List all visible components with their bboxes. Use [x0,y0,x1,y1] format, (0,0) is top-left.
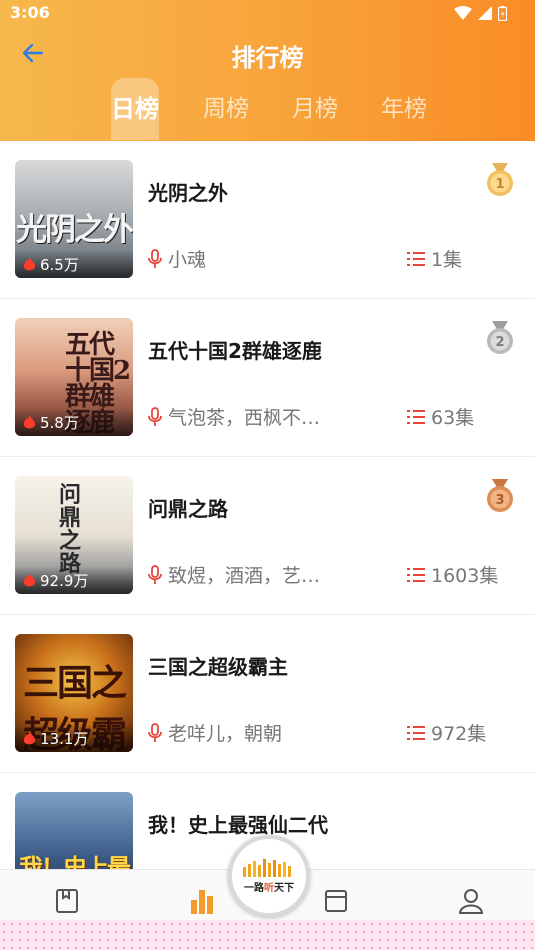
tab-weekly[interactable]: 周榜 [198,78,254,140]
cellular-signal-icon [478,6,492,20]
list-icon [407,251,425,266]
bronze-medal-icon: 3 [487,479,513,512]
ranking-list: 光阴之外 6.5万 光阴之外 1 小魂 1集 五代十国2群雄 5.8万 五代十国… [0,141,535,931]
status-time: 3:06 [10,3,50,22]
book-title: 我！史上最强仙二代 [148,813,328,837]
play-count: 5.8万 [15,408,133,436]
list-item[interactable]: 三国之超级霸主 13.1万 三国之超级霸主 老咩儿，朝朝 972集 [0,615,535,773]
microphone-icon [148,722,162,742]
book-title: 五代十国2群雄逐鹿 [148,339,322,363]
svg-text:3: 3 [495,493,504,508]
episode-count: 1集 [407,245,462,272]
microphone-icon [148,248,162,268]
cover-image: 三国之超级霸主 13.1万 [15,634,133,752]
silver-medal-icon: 2 [487,321,513,354]
book-title: 问鼎之路 [148,497,228,521]
microphone-icon [148,406,162,426]
sound-wave-icon [243,858,291,877]
flame-icon [23,572,36,586]
tab-daily[interactable]: 日榜 [111,78,159,140]
svg-text:2: 2 [495,335,504,350]
page-title: 排行榜 [231,44,304,72]
flame-icon [23,730,36,744]
logo-wordmark: 一路听天下 [244,882,294,894]
cover-image: 光阴之外 6.5万 [15,160,133,278]
list-item[interactable]: 五代十国2群雄逐鹿 5.8万 五代十国2群雄逐鹿 2 气泡茶，西枫不… 63集 [0,299,535,457]
nav-profile[interactable] [441,888,501,918]
decorative-strip [0,920,535,950]
cover-title-art: 光阴之外 [16,212,133,248]
cover-image: 问鼎之路 92.9万 [15,476,133,594]
ranking-bars-icon [191,890,213,914]
ranking-tabs: 日榜 周榜 月榜 年榜 [0,78,535,140]
play-count: 92.9万 [15,566,133,594]
tab-monthly[interactable]: 月榜 [287,78,343,140]
list-icon [407,567,425,582]
episode-count: 972集 [407,719,486,746]
narrators: 小魂 [148,245,206,272]
list-icon [407,725,425,740]
book-title: 光阴之外 [148,181,228,205]
narrators: 气泡茶，西枫不… [148,403,320,430]
narrators: 致煜，酒酒，艺… [148,561,320,588]
gold-medal-icon: 1 [487,163,513,196]
flame-icon [23,256,36,270]
wifi-icon [454,6,472,20]
play-count: 13.1万 [15,724,133,752]
status-icons [454,5,507,21]
book-icon [56,889,78,913]
flame-icon [23,414,36,428]
nav-category[interactable] [306,888,366,918]
status-bar: 3:06 [0,0,535,26]
ranking-screen: 3:06 排行榜 日榜 周榜 月榜 年榜 光阴之外 6.5万 光阴之外 1 小魂… [0,0,535,950]
user-icon [458,889,484,914]
tab-yearly[interactable]: 年榜 [376,78,432,140]
play-count: 6.5万 [15,250,133,278]
window-icon [325,890,347,912]
list-item[interactable]: 问鼎之路 92.9万 问鼎之路 3 致煜，酒酒，艺… 1603集 [0,457,535,615]
svg-text:1: 1 [495,177,504,192]
list-item[interactable]: 光阴之外 6.5万 光阴之外 1 小魂 1集 [0,141,535,299]
header: 3:06 排行榜 日榜 周榜 月榜 年榜 [0,0,535,141]
player-logo-button[interactable]: 一路听天下 [228,835,310,917]
battery-icon [498,5,507,21]
cover-image: 五代十国2群雄逐鹿 5.8万 [15,318,133,436]
episode-count: 1603集 [407,561,498,588]
book-title: 三国之超级霸主 [148,655,288,679]
cover-title-art: 问鼎之路 [59,482,81,577]
list-icon [407,409,425,424]
narrators: 老咩儿，朝朝 [148,719,282,746]
microphone-icon [148,564,162,584]
episode-count: 63集 [407,403,474,430]
